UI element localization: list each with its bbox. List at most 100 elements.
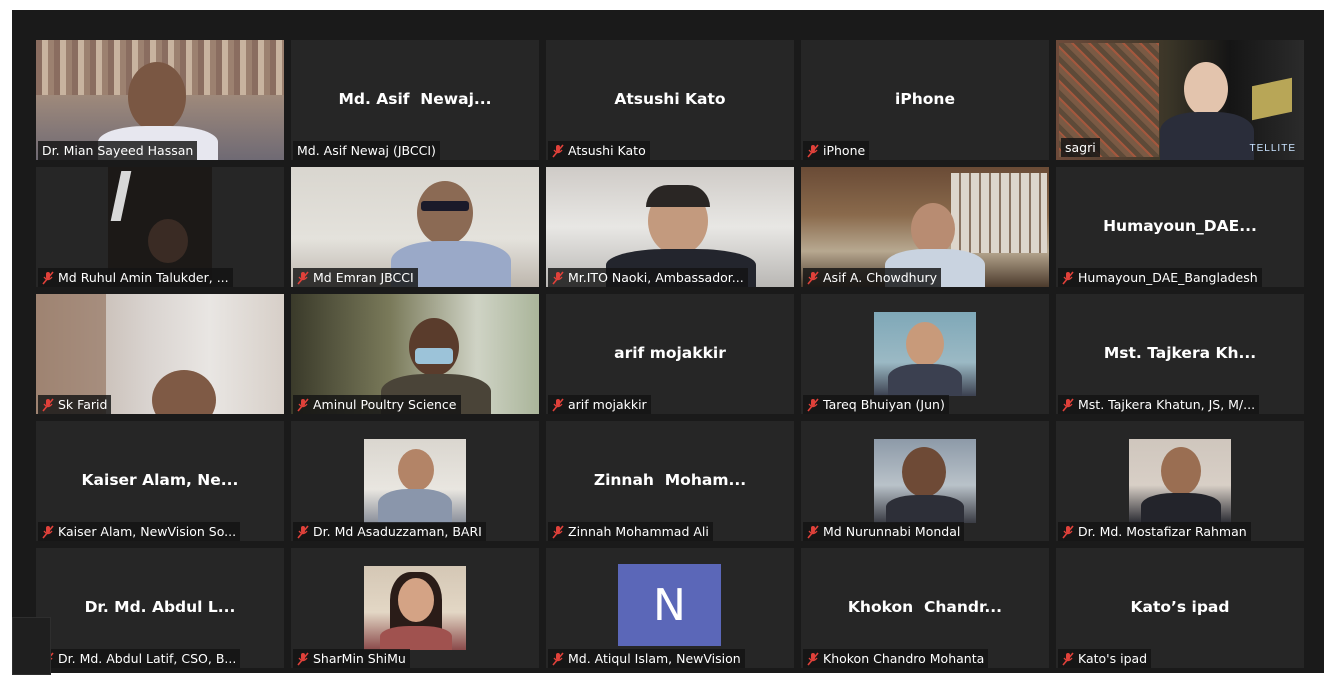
profile-photo [1129,439,1231,523]
participant-tile[interactable]: Dr. Md. Mostafizar Rahman [1056,421,1304,541]
muted-mic-icon [297,651,309,666]
participant-display-name: Dr. Md. Abdul L... [84,598,236,616]
participant-suit [1141,493,1221,523]
participant-name: Md. Asif Newaj (JBCCI) [297,143,436,158]
participant-tile[interactable]: Aminul Poultry Science [291,294,539,414]
participant-tile[interactable]: Tareq Bhuiyan (Jun) [801,294,1049,414]
muted-mic-icon [807,397,819,412]
muted-mic-icon [42,524,54,539]
muted-mic-icon [1062,397,1074,412]
participant-shirt [378,489,452,523]
participant-name: Md. Atiqul Islam, NewVision [568,651,741,666]
participant-tile[interactable]: Dr. Md. Abdul L... Dr. Md. Abdul Latif, … [36,548,284,668]
participant-tile[interactable]: Md. Asif Newaj... Md. Asif Newaj (JBCCI) [291,40,539,160]
participant-name-label: Sk Farid [38,395,112,414]
participant-name-label: Aminul Poultry Science [293,395,461,414]
participant-name-label: Md Nurunnabi Mondal [803,522,965,541]
participant-name: Dr. Md. Mostafizar Rahman [1078,524,1247,539]
participant-tile[interactable]: Mst. Tajkera Kh... Mst. Tajkera Khatun, … [1056,294,1304,414]
participant-name-label: SharMin ShiMu [293,649,410,668]
participant-top [380,626,452,650]
participant-tile[interactable]: Mr.ITO Naoki, Ambassador... [546,167,794,287]
participant-head [906,322,944,366]
participant-tile[interactable]: Atsushi Kato Atsushi Kato [546,40,794,160]
participant-name-label: Mst. Tajkera Khatun, JS, M/... [1058,395,1260,414]
muted-mic-icon [552,651,564,666]
muted-mic-icon [807,143,819,158]
participant-name-label: Kato's ipad [1058,649,1152,668]
face-mask [415,348,453,364]
profile-photo [874,439,976,523]
participant-tile[interactable]: Zinnah Moham... Zinnah Mohammad Ali [546,421,794,541]
participant-head [409,318,459,376]
profile-photo [874,312,976,396]
participant-head [128,62,186,132]
muted-mic-icon [807,270,819,285]
bookshelf [951,173,1047,253]
self-view-thumbnail[interactable] [12,617,51,675]
participant-tile[interactable]: arif mojakkir arif mojakkir [546,294,794,414]
participant-name-label: Md Ruhul Amin Talukder, ... [38,268,233,287]
participant-head [398,449,434,491]
participant-tile[interactable]: N Md. Atiqul Islam, NewVision [546,548,794,668]
participant-head [148,219,188,263]
participant-tile[interactable]: Dr. Md Asaduzzaman, BARI [291,421,539,541]
participant-name: Dr. Md Asaduzzaman, BARI [313,524,482,539]
participant-name-label: sagri [1061,138,1100,157]
participant-name: iPhone [823,143,866,158]
participant-tile[interactable]: SharMin ShiMu [291,548,539,668]
participant-head [1161,447,1201,495]
muted-mic-icon [552,143,564,158]
participant-tile[interactable]: Asif A. Chowdhury [801,167,1049,287]
muted-mic-icon [42,270,54,285]
participant-name: sagri [1065,140,1096,155]
participant-name-label: Humayoun_DAE_Bangladesh [1058,268,1262,287]
participant-avatar: N [618,564,721,646]
participant-tile[interactable]: iPhone iPhone [801,40,1049,160]
participant-tile[interactable]: Kato’s ipad Kato's ipad [1056,548,1304,668]
participant-display-name: Md. Asif Newaj... [338,90,492,108]
muted-mic-icon [807,651,819,666]
participant-name: Asif A. Chowdhury [823,270,938,285]
participant-head [911,203,955,255]
muted-mic-icon [1062,651,1074,666]
participant-display-name: Humayoun_DAE... [1103,217,1257,235]
participant-tile[interactable]: Humayoun_DAE... Humayoun_DAE_Bangladesh [1056,167,1304,287]
participant-tile[interactable]: Khokon Chandr... Khokon Chandro Mohanta [801,548,1049,668]
participant-name: Humayoun_DAE_Bangladesh [1078,270,1258,285]
muted-mic-icon [42,397,54,412]
participant-name-label: Khokon Chandro Mohanta [803,649,989,668]
participant-tile[interactable]: Md Ruhul Amin Talukder, ... [36,167,284,287]
participant-tile[interactable]: Md Emran JBCCI [291,167,539,287]
participant-name-label: Md Emran JBCCI [293,268,418,287]
participant-tile[interactable]: Sk Farid [36,294,284,414]
participant-tile[interactable]: Dr. Mian Sayeed Hassan [36,40,284,160]
participant-name-label: Atsushi Kato [548,141,650,160]
muted-mic-icon [297,397,309,412]
participant-name-label: Tareq Bhuiyan (Jun) [803,395,949,414]
participant-name-label: Asif A. Chowdhury [803,268,942,287]
participant-head [902,447,946,497]
participant-name: Aminul Poultry Science [313,397,457,412]
participant-name: SharMin ShiMu [313,651,406,666]
background-overlay-text: TELLITE [1249,143,1296,154]
participant-name: Dr. Mian Sayeed Hassan [42,143,194,158]
participant-name: Khokon Chandro Mohanta [823,651,985,666]
participant-name: Md Nurunnabi Mondal [823,524,961,539]
participant-head [152,370,216,414]
muted-mic-icon [552,397,564,412]
participant-name: Dr. Md. Abdul Latif, CSO, B... [58,651,237,666]
participant-tile[interactable]: Md Nurunnabi Mondal [801,421,1049,541]
participant-name: Tareq Bhuiyan (Jun) [823,397,945,412]
participant-name: Sk Farid [58,397,108,412]
participant-tile[interactable]: Kaiser Alam, Ne... Kaiser Alam, NewVisio… [36,421,284,541]
participant-tile-active-speaker[interactable]: TELLITE sagri [1056,40,1304,160]
participant-suit [888,364,962,396]
light-streak [110,171,132,221]
participant-head [398,578,434,622]
participant-name: Zinnah Mohammad Ali [568,524,709,539]
participant-display-name: Kaiser Alam, Ne... [81,471,239,489]
muted-mic-icon [552,524,564,539]
participant-display-name: Mst. Tajkera Kh... [1103,344,1257,362]
participant-name: arif mojakkir [568,397,647,412]
